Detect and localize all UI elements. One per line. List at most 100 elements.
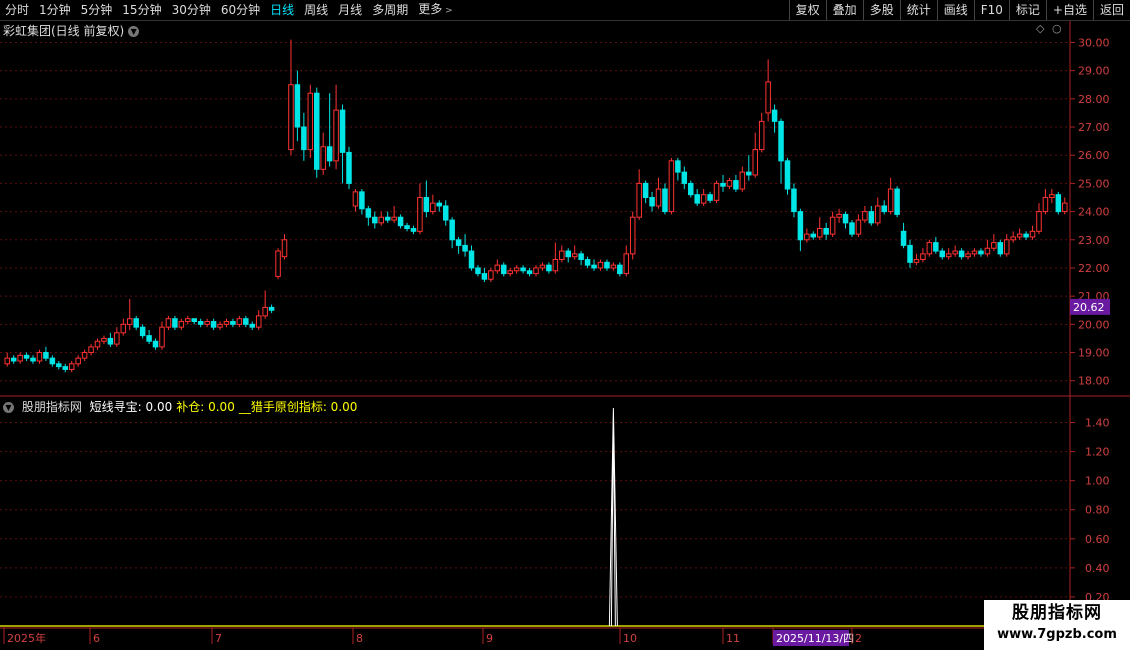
candle-body [326, 146, 333, 162]
candle-body [507, 270, 513, 275]
ind-tick-label: 0.60 [1085, 533, 1110, 546]
candle-body [462, 244, 468, 252]
indicator-spike-inner [610, 417, 616, 627]
candle-body [88, 346, 94, 354]
candle-body [197, 321, 204, 325]
candle-body [526, 270, 533, 275]
candle-body [307, 92, 314, 151]
ind-tick-label: 1.20 [1085, 446, 1110, 459]
candle-body [365, 208, 372, 218]
candle-body [430, 202, 436, 213]
candle-body [10, 357, 17, 362]
price-tick-label: 18.00 [1078, 375, 1110, 388]
candle-body [720, 182, 726, 187]
candle-body [384, 216, 391, 221]
candle-body [997, 242, 1004, 255]
candle-body [894, 188, 900, 215]
candle-body [565, 250, 571, 258]
candle-body [178, 321, 185, 328]
candle-body [655, 188, 662, 207]
price-tick-label: 27.00 [1078, 121, 1110, 134]
price-tick-label: 28.00 [1078, 93, 1110, 106]
time-label: 2025/11/13/四 [776, 632, 854, 645]
candle-body [230, 321, 236, 325]
candle-body [546, 264, 552, 272]
candle-body [159, 326, 165, 348]
candle-body [636, 182, 642, 218]
kline-chart[interactable]: 30.00 29.00 28.00 27.00 26.00 25.00 24.00 23.00… [0, 0, 1130, 650]
candle-body [442, 205, 449, 221]
candle-body [945, 253, 952, 258]
candle-body [758, 120, 765, 151]
candle-body [475, 267, 481, 275]
candle-body [797, 211, 804, 241]
candle-body [468, 250, 475, 269]
candle-body [114, 332, 120, 345]
candle-body [223, 321, 230, 325]
candle-body [101, 337, 107, 342]
candle-body [597, 261, 604, 269]
candle-body [346, 151, 352, 184]
candle-body [1036, 211, 1042, 232]
candle-body [765, 81, 771, 114]
candle-body [139, 326, 146, 337]
candle-body [391, 216, 397, 221]
candle-body [591, 264, 597, 269]
candle-body [771, 109, 778, 122]
candle-body [836, 213, 842, 218]
candle-body [829, 216, 836, 235]
candle-body [752, 149, 759, 176]
candle-body [920, 253, 926, 261]
candle-body [875, 205, 881, 224]
candle-body [617, 264, 623, 275]
candle-body [255, 315, 262, 328]
candle-body [784, 160, 791, 190]
candle-body [1016, 233, 1023, 238]
candle-body [339, 109, 346, 153]
candle-body [816, 228, 823, 238]
candle-body [726, 180, 733, 187]
candle-body [133, 318, 139, 328]
candle-body [707, 194, 713, 201]
candle-body [700, 194, 707, 204]
candle-body [172, 318, 178, 328]
candle-body [958, 250, 965, 258]
candle-body [313, 92, 320, 170]
ind-tick-label: 0.80 [1085, 504, 1110, 517]
candle-body [571, 253, 578, 258]
candle-body [739, 171, 746, 190]
candle-body [501, 264, 507, 275]
candle-body [584, 259, 591, 266]
candle-body [488, 270, 494, 280]
ind-tick-label: 1.00 [1085, 475, 1110, 488]
time-label: 10 [623, 632, 637, 645]
candle-body [210, 321, 217, 328]
candle-body [185, 318, 191, 323]
price-tick-label: 26.00 [1078, 149, 1110, 162]
candle-body [688, 182, 694, 196]
candle-body [81, 352, 88, 359]
candle-body [423, 196, 430, 213]
candle-body [791, 188, 797, 213]
candle-body [778, 120, 784, 162]
candle-body [642, 182, 649, 198]
candle-body [23, 354, 30, 359]
candle-body [887, 188, 894, 213]
candle-body [649, 196, 655, 207]
candle-body [217, 323, 223, 328]
candle-body [926, 242, 933, 255]
time-label: 9 [486, 632, 493, 645]
time-label: 7 [215, 632, 222, 645]
candle-body [900, 230, 907, 246]
watermark-title: 股朋指标网 [1012, 603, 1102, 623]
candle-body [43, 352, 49, 359]
time-label: 11 [726, 632, 740, 645]
candle-body [713, 182, 720, 201]
candle-body [107, 337, 114, 345]
candle-body [681, 171, 688, 184]
candle-body [804, 233, 810, 241]
candle-body [268, 306, 275, 311]
ind-tick-label: 0.40 [1085, 562, 1110, 575]
candle-body [623, 253, 630, 275]
candle-body [436, 202, 443, 207]
